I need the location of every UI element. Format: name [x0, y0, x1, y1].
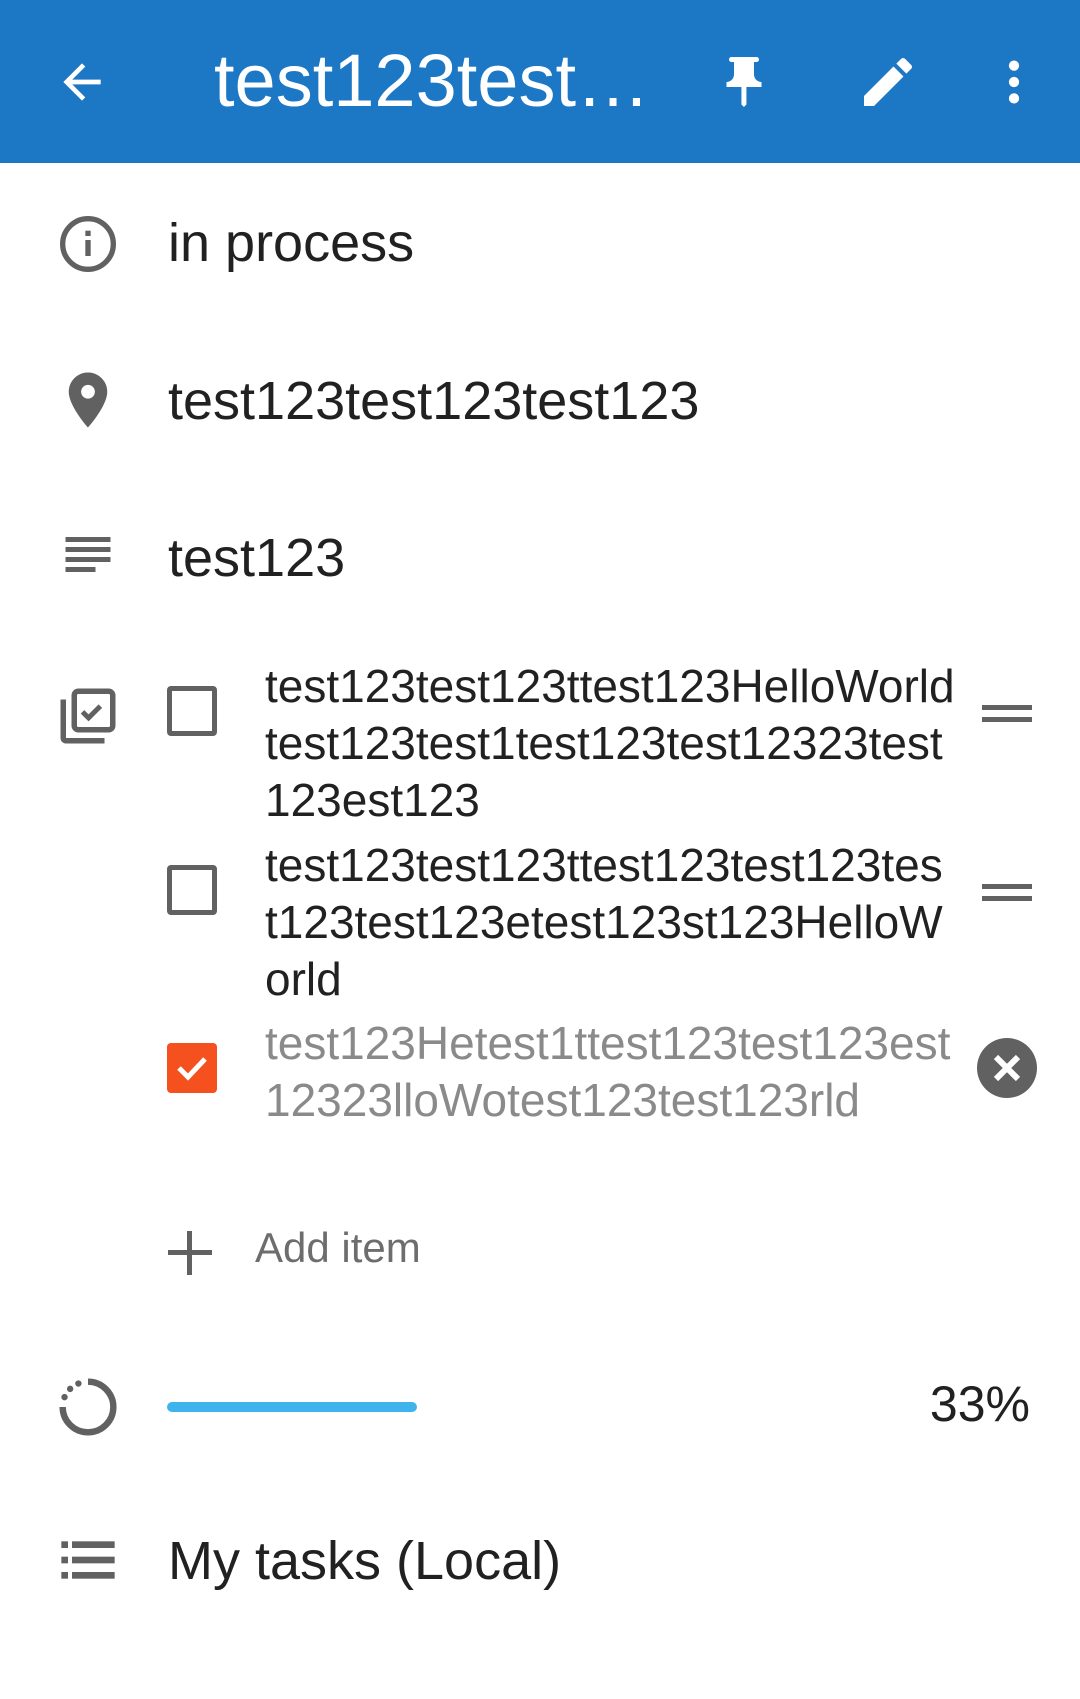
progress-bar[interactable] — [167, 1402, 417, 1412]
list-row[interactable]: My tasks (Local) — [0, 1518, 1080, 1608]
back-button[interactable] — [40, 40, 124, 124]
location-row[interactable]: test123test123test123 — [0, 358, 1080, 448]
checklist-item: test123test123ttest123test123test123test… — [0, 837, 1080, 1008]
app-bar: test123test123test123 — [0, 0, 1080, 163]
checklist-item: test123test123ttest123HelloWorldtest123t… — [0, 658, 1080, 829]
page-title: test123test123test123 — [214, 39, 674, 122]
drag-handle-icon[interactable] — [982, 702, 1032, 726]
status-label: in process — [168, 213, 415, 273]
item-text[interactable]: test123test123ttest123test123test123test… — [265, 837, 955, 1008]
check-icon — [177, 1057, 207, 1081]
item-checkbox[interactable] — [167, 865, 217, 915]
plus-icon — [165, 1228, 215, 1278]
item-text[interactable]: test123Hetest1ttest123test123est12323llo… — [265, 1015, 955, 1129]
location-pin-icon — [52, 364, 124, 436]
drag-handle-icon[interactable] — [982, 881, 1032, 905]
remove-circle-icon[interactable] — [977, 1038, 1037, 1098]
location-label: test123test123test123 — [168, 371, 700, 431]
list-label: My tasks (Local) — [168, 1531, 562, 1591]
item-text[interactable]: test123test123ttest123HelloWorldtest123t… — [265, 658, 955, 829]
info-icon — [52, 208, 124, 280]
description-label: test123 — [168, 528, 346, 588]
edit-button[interactable] — [846, 40, 930, 124]
more-vert-icon — [1008, 60, 1020, 104]
status-row[interactable]: in process — [0, 200, 1080, 290]
progress-icon — [52, 1371, 124, 1443]
pin-button[interactable] — [702, 40, 786, 124]
description-row[interactable]: test123 — [0, 515, 1080, 605]
progress-percent: 33% — [929, 1376, 1030, 1432]
arrow-back-icon — [63, 63, 101, 101]
more-options-button[interactable] — [972, 40, 1056, 124]
pin-icon — [726, 57, 762, 107]
list-icon — [52, 1524, 124, 1596]
add-item-label: Add item — [255, 1224, 421, 1271]
pencil-icon — [864, 57, 913, 106]
checklist-item: test123Hetest1ttest123test123est12323llo… — [0, 1015, 1080, 1186]
notes-icon — [52, 521, 124, 593]
item-checkbox-checked[interactable] — [167, 1043, 217, 1093]
item-checkbox[interactable] — [167, 686, 217, 736]
